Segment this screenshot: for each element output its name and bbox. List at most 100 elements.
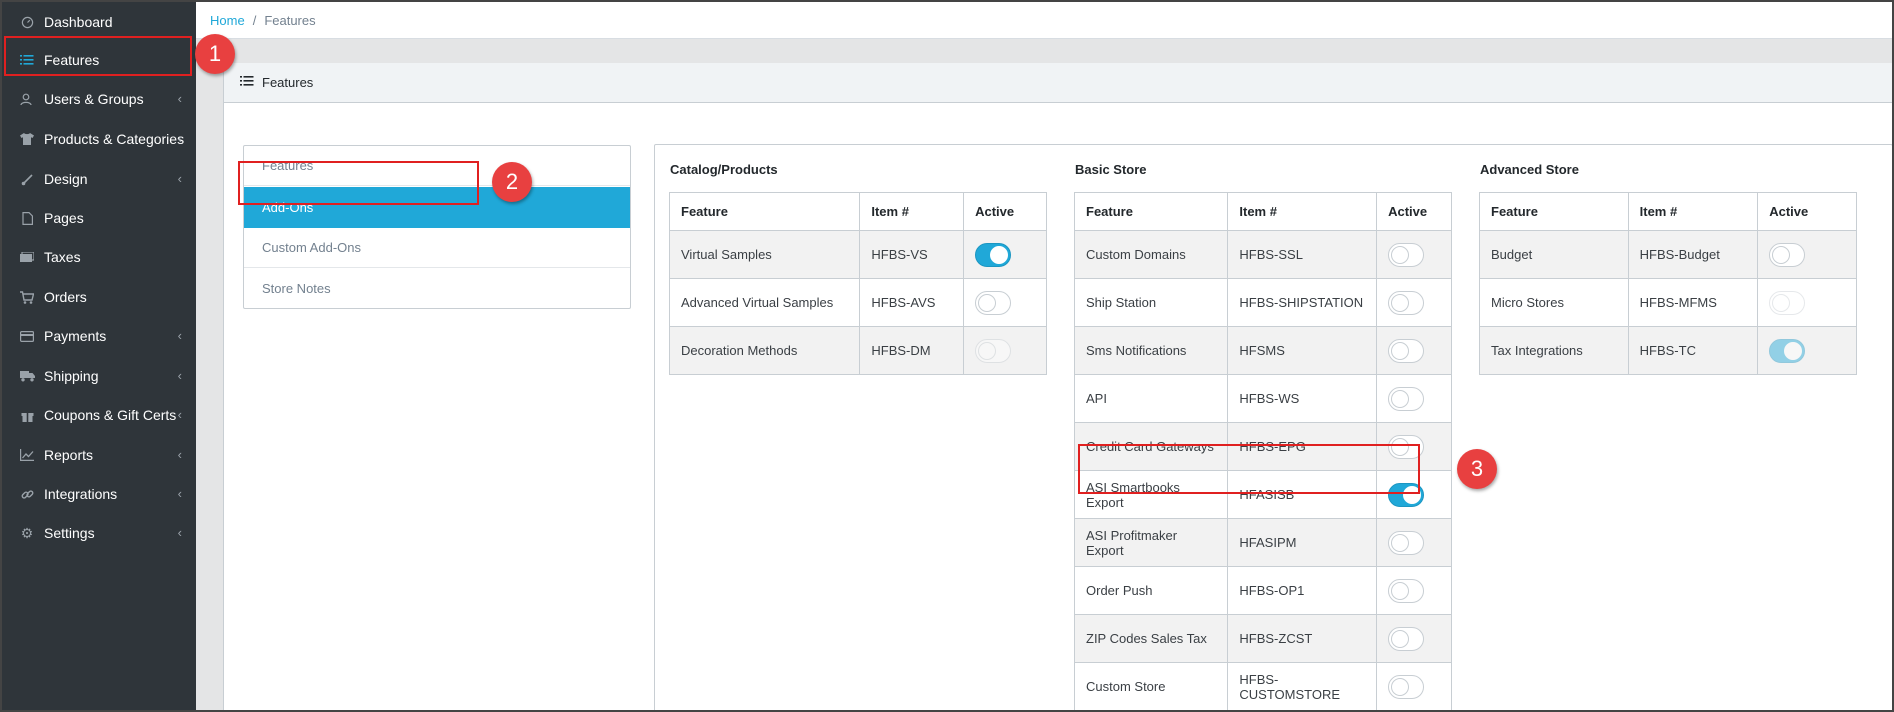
table-row: Tax Integrations HFBS-TC (1479, 326, 1857, 375)
active-toggle[interactable] (1388, 578, 1425, 603)
table-row: ZIP Codes Sales Tax HFBS-ZCST (1073, 614, 1452, 663)
feature-name: Budget (1479, 230, 1629, 279)
subnav-item-custom-add-ons[interactable]: Custom Add-Ons (244, 228, 630, 268)
sidebar-item-shipping[interactable]: Shipping ‹ (2, 358, 196, 394)
sidebar-item-label: Orders (44, 289, 87, 305)
active-cell (963, 326, 1047, 375)
breadcrumb-home-link[interactable]: Home (210, 13, 245, 28)
column-header-feature: Feature (1479, 192, 1629, 231)
column-header-item: Item # (1227, 192, 1378, 231)
brush-icon (18, 173, 36, 186)
table-row: Custom Domains HFBS-SSL (1073, 230, 1452, 279)
catalog-products-table: Feature Item # Active Virtual Samples HFB… (668, 192, 1047, 375)
feature-name: Custom Domains (1073, 230, 1229, 279)
table-row: Budget HFBS-Budget (1479, 230, 1857, 279)
active-cell (1376, 326, 1452, 375)
sidebar-item-reports[interactable]: Reports ‹ (2, 437, 196, 473)
sidebar-item-orders[interactable]: Orders (2, 279, 196, 315)
feature-name: Decoration Methods (668, 326, 861, 375)
table-row: Advanced Virtual Samples HFBS-AVS (668, 278, 1047, 327)
annotation-box-1 (4, 36, 192, 76)
table-row: Virtual Samples HFBS-VS (668, 230, 1047, 279)
active-cell (1757, 326, 1857, 375)
item-number: HFBS-VS (859, 230, 965, 279)
list-icon (240, 75, 254, 90)
table-header-row: Feature Item # Active (1073, 192, 1452, 231)
item-number: HFBS-OP1 (1227, 566, 1378, 615)
feature-name: Micro Stores (1479, 278, 1629, 327)
section-title-catalog: Catalog/Products (670, 162, 778, 177)
toggle-knob (978, 293, 997, 312)
breadcrumb: Home / Features (196, 2, 1892, 39)
table-row: ASI Profitmaker Export HFASIPM (1073, 518, 1452, 567)
sidebar-item-pages[interactable]: Pages (2, 200, 196, 236)
column-header-item: Item # (859, 192, 965, 231)
sidebar-item-label: Pages (44, 210, 84, 226)
main-content: Features Features Add-Ons Custom Add-Ons… (196, 39, 1893, 711)
chevron-left-icon: ‹ (177, 368, 182, 383)
table-row: Decoration Methods HFBS-DM (668, 326, 1047, 375)
feature-name: Ship Station (1073, 278, 1229, 327)
subnav-item-store-notes[interactable]: Store Notes (244, 268, 630, 308)
credit-card-icon (18, 330, 36, 342)
table-row: Order Push HFBS-OP1 (1073, 566, 1452, 615)
feature-name: Virtual Samples (668, 230, 861, 279)
sidebar-item-label: Reports (44, 447, 94, 463)
section-title-basic: Basic Store (1075, 162, 1147, 177)
chevron-left-icon: ‹ (177, 525, 182, 540)
active-toggle[interactable] (1388, 338, 1425, 363)
column-header-active: Active (1376, 192, 1452, 231)
active-toggle[interactable] (1388, 386, 1425, 411)
money-icon (18, 251, 36, 263)
column-header-active: Active (963, 192, 1047, 231)
active-cell (1376, 614, 1452, 663)
sidebar-item-settings[interactable]: ⚙ Settings ‹ (2, 515, 196, 551)
active-toggle[interactable] (1769, 242, 1806, 267)
add-ons-panel: Catalog/Products Feature Item # Active V… (654, 144, 1893, 711)
sidebar-item-dashboard[interactable]: Dashboard (2, 4, 196, 40)
column-header-item: Item # (1627, 192, 1759, 231)
toggle-knob (1391, 581, 1410, 600)
annotation-box-3 (1078, 444, 1420, 494)
page-icon (18, 211, 36, 225)
chevron-left-icon: ‹ (177, 91, 182, 106)
sidebar-item-label: Coupons & Gift Certs (44, 407, 177, 423)
sidebar-item-design[interactable]: Design ‹ (2, 161, 196, 197)
toggle-knob (1784, 341, 1803, 360)
active-toggle[interactable] (975, 290, 1012, 315)
sidebar-item-label: Settings (44, 525, 95, 541)
sidebar: Dashboard Features Users & Groups ‹ Prod… (2, 2, 196, 710)
sidebar-item-payments[interactable]: Payments ‹ (2, 318, 196, 354)
item-number: HFBS-WS (1227, 374, 1378, 423)
sidebar-item-users-groups[interactable]: Users & Groups ‹ (2, 81, 196, 117)
active-cell (1376, 278, 1452, 327)
sidebar-item-integrations[interactable]: Integrations ‹ (2, 476, 196, 512)
active-toggle (1769, 290, 1806, 315)
sidebar-item-products-categories[interactable]: Products & Categories ‹ (2, 121, 196, 157)
advanced-store-table: Feature Item # Active Budget HFBS-Budget M… (1479, 192, 1857, 375)
item-number: HFBS-MFMS (1627, 278, 1759, 327)
item-number: HFBS-DM (859, 326, 965, 375)
active-toggle (1769, 338, 1806, 363)
sidebar-item-coupons-gift-certs[interactable]: Coupons & Gift Certs ‹ (2, 397, 196, 433)
annotation-badge-2: 2 (492, 162, 532, 202)
active-toggle[interactable] (1388, 626, 1425, 651)
chevron-left-icon: ‹ (177, 328, 182, 343)
sidebar-item-label: Users & Groups (44, 91, 144, 107)
active-toggle[interactable] (1388, 674, 1425, 699)
active-toggle[interactable] (1388, 530, 1425, 555)
cart-icon (18, 290, 36, 304)
toggle-knob (1772, 293, 1791, 312)
active-cell (1376, 518, 1452, 567)
active-toggle[interactable] (975, 242, 1012, 267)
table-header-row: Feature Item # Active (668, 192, 1047, 231)
toggle-knob (1391, 341, 1410, 360)
active-toggle[interactable] (1388, 290, 1425, 315)
sidebar-item-taxes[interactable]: Taxes (2, 239, 196, 275)
item-number: HFSMS (1227, 326, 1378, 375)
item-number: HFASIPM (1227, 518, 1378, 567)
feature-name: Order Push (1073, 566, 1229, 615)
feature-name: API (1073, 374, 1229, 423)
active-toggle[interactable] (1388, 242, 1425, 267)
feature-name: Sms Notifications (1073, 326, 1229, 375)
